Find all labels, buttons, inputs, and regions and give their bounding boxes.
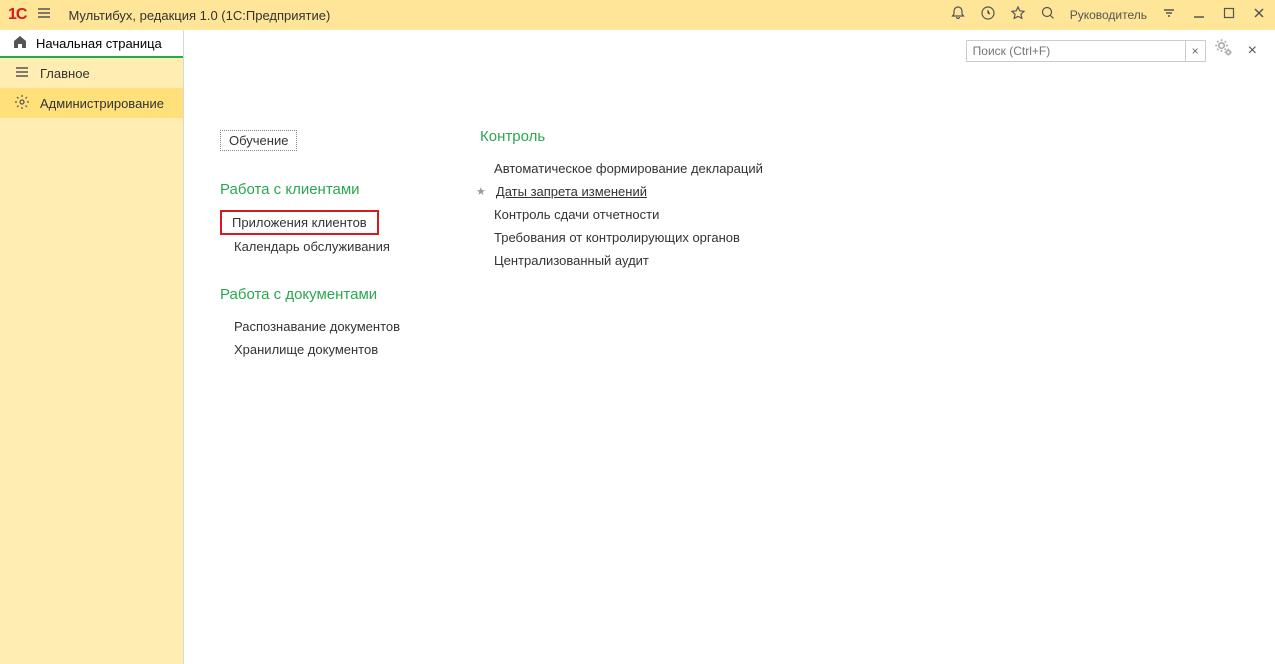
section-title: Контроль bbox=[480, 128, 763, 145]
section-documents: Работа с документами Распознавание докум… bbox=[220, 286, 400, 361]
sidebar-item-main[interactable]: Главное bbox=[0, 58, 183, 88]
titlebar-actions: Руководитель bbox=[950, 5, 1267, 26]
section-clients: Работа с клиентами Приложения клиентов К… bbox=[220, 181, 400, 258]
link-service-calendar[interactable]: Календарь обслуживания bbox=[220, 235, 400, 258]
link-client-apps[interactable]: Приложения клиентов bbox=[220, 210, 379, 235]
link-auto-declarations[interactable]: Автоматическое формирование деклараций bbox=[480, 157, 763, 180]
sidebar-item-admin[interactable]: Администрирование bbox=[0, 88, 183, 118]
hamburger-icon bbox=[14, 64, 30, 83]
sidebar-tab-label: Начальная страница bbox=[36, 36, 162, 51]
link-reporting-control[interactable]: Контроль сдачи отчетности bbox=[480, 203, 763, 226]
content-area: × × Обучение Работа с клиентами Приложен… bbox=[184, 30, 1275, 664]
settings-gear-icon[interactable] bbox=[1214, 38, 1234, 63]
column-2: Контроль Автоматическое формирование дек… bbox=[480, 130, 763, 389]
link-central-audit[interactable]: Централизованный аудит bbox=[480, 249, 763, 272]
sidebar-tab-home[interactable]: Начальная страница bbox=[0, 30, 183, 58]
section-control: Контроль Автоматическое формирование дек… bbox=[480, 128, 763, 272]
close-button[interactable] bbox=[1251, 5, 1267, 26]
sidebar-item-label: Главное bbox=[40, 66, 90, 81]
link-change-ban-dates[interactable]: Даты запрета изменений bbox=[480, 180, 763, 203]
bell-icon[interactable] bbox=[950, 5, 966, 26]
section-title: Работа с клиентами bbox=[220, 181, 400, 198]
home-icon bbox=[12, 34, 28, 53]
section-title: Работа с документами bbox=[220, 286, 400, 303]
maximize-button[interactable] bbox=[1221, 5, 1237, 26]
titlebar: 1C Мультибух, редакция 1.0 (1С:Предприят… bbox=[0, 0, 1275, 30]
search-clear-button[interactable]: × bbox=[1186, 40, 1206, 62]
minimize-button[interactable] bbox=[1191, 5, 1207, 26]
history-icon[interactable] bbox=[980, 5, 996, 26]
gear-icon bbox=[14, 94, 30, 113]
search-icon[interactable] bbox=[1040, 5, 1056, 26]
link-doc-recognition[interactable]: Распознавание документов bbox=[220, 315, 400, 338]
link-doc-storage[interactable]: Хранилище документов bbox=[220, 338, 400, 361]
training-button[interactable]: Обучение bbox=[220, 130, 297, 151]
main-menu-icon[interactable] bbox=[36, 5, 52, 26]
user-label[interactable]: Руководитель bbox=[1070, 8, 1147, 22]
sidebar-item-label: Администрирование bbox=[40, 96, 164, 111]
app-title: Мультибух, редакция 1.0 (1С:Предприятие) bbox=[68, 8, 939, 23]
sidebar: Начальная страница Главное Администриров… bbox=[0, 30, 184, 664]
logo-1c: 1C bbox=[8, 6, 26, 24]
column-1: Обучение Работа с клиентами Приложения к… bbox=[220, 130, 400, 389]
search-input[interactable] bbox=[966, 40, 1186, 62]
content-toolbar: × × bbox=[966, 38, 1263, 63]
link-regulator-requirements[interactable]: Требования от контролирующих органов bbox=[480, 226, 763, 249]
star-icon[interactable] bbox=[1010, 5, 1026, 26]
close-panel-button[interactable]: × bbox=[1242, 42, 1263, 60]
filter-icon[interactable] bbox=[1161, 5, 1177, 26]
